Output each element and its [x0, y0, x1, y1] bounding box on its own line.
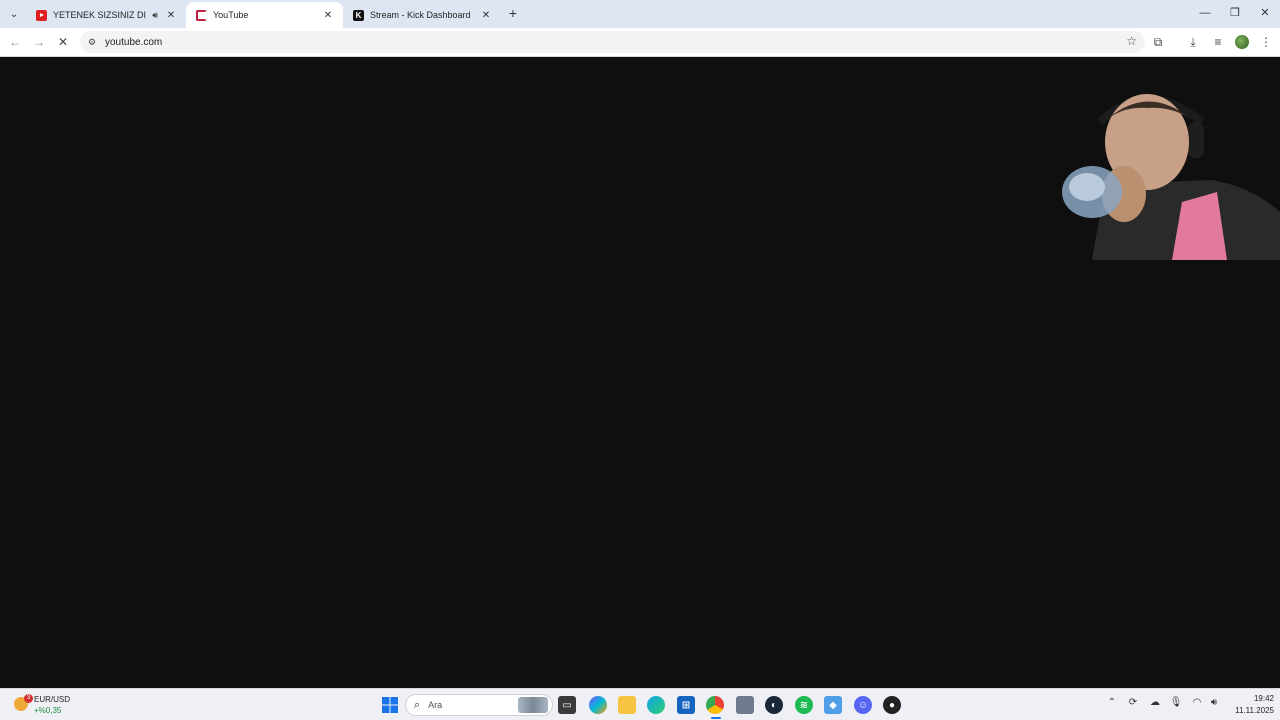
tab-title: YouTube [213, 10, 249, 20]
notification-badge: 3 [24, 694, 33, 703]
active-app-indicator [711, 717, 721, 719]
file-explorer-icon[interactable] [618, 696, 636, 714]
clock-time: 19:42 [1253, 694, 1274, 703]
speaker-icon[interactable]: 🔊︎ [152, 10, 158, 21]
taskbar-search-input[interactable]: ⌕ Ara [405, 694, 553, 716]
system-clock[interactable]: 19:42 11.11.2025 [1222, 693, 1274, 717]
shield-icon[interactable]: ◆ [824, 696, 842, 714]
address-bar[interactable]: ⚙︎ youtube.com ☆ [80, 31, 1145, 53]
tab-title: YETENEK SIZSINIZ DISCORD [53, 10, 147, 20]
site-settings-icon[interactable]: ⚙︎ [86, 36, 98, 48]
spotify-icon[interactable]: ≋ [795, 696, 813, 714]
steam-icon[interactable]: ◐ [765, 696, 783, 714]
chevron-up-icon[interactable]: ⌃ [1104, 697, 1120, 708]
currency-widget[interactable]: 3 EUR/USD +%0,35 [10, 693, 90, 717]
loading-icon [196, 9, 207, 21]
tab-kick-dashboard[interactable]: K Stream - Kick Dashboard ✕ [343, 2, 501, 28]
discord-icon[interactable]: ☺ [854, 696, 872, 714]
new-tab-icon[interactable]: + [505, 5, 521, 21]
store-icon[interactable]: ⊞ [677, 696, 695, 714]
chrome-icon[interactable] [706, 696, 724, 714]
widget-value: +%0,35 [34, 706, 62, 715]
tab-title: Stream - Kick Dashboard [370, 10, 471, 20]
page-content [0, 58, 1280, 688]
search-icon: ⌕ [414, 698, 421, 711]
menu-kebab-icon[interactable]: ⋮ [1258, 34, 1274, 50]
app-icon[interactable]: ● [883, 696, 901, 714]
kick-icon: K [353, 9, 364, 21]
bookmark-star-icon[interactable]: ☆ [1126, 34, 1137, 48]
cloud-icon[interactable]: ☁︎ [1147, 697, 1163, 708]
tab-youtube[interactable]: YouTube ✕ [186, 2, 343, 28]
clock-date: 11.11.2025 [1235, 706, 1274, 715]
media-queue-icon[interactable]: ≡ [1210, 34, 1226, 50]
widget-label: EUR/USD [34, 695, 71, 704]
youtube-icon [36, 9, 47, 21]
webcam-overlay [1052, 82, 1280, 260]
tab-search-chevron-icon[interactable]: ⌄ [6, 6, 22, 22]
sync-icon[interactable]: ⟳ [1125, 697, 1141, 708]
app-icon[interactable] [736, 696, 754, 714]
minimize-icon[interactable]: — [1190, 4, 1220, 22]
extensions-icon[interactable]: ⧉ [1150, 34, 1166, 50]
close-icon[interactable]: ✕ [479, 10, 493, 21]
copilot-icon[interactable] [589, 696, 607, 714]
edge-icon[interactable] [647, 696, 665, 714]
forward-arrow-icon[interactable]: → [30, 33, 48, 51]
windows-start-icon[interactable] [381, 696, 399, 714]
search-placeholder: Ara [428, 700, 443, 710]
close-icon[interactable]: ✕ [321, 10, 335, 21]
tab-strip: ⌄ YETENEK SIZSINIZ DISCORD 🔊︎ ✕ YouTube … [0, 0, 1280, 28]
volume-icon[interactable]: 🔊︎ [1206, 697, 1222, 708]
task-view-icon[interactable]: ▭ [558, 696, 576, 714]
tab-discord-video[interactable]: YETENEK SIZSINIZ DISCORD 🔊︎ ✕ [26, 2, 186, 28]
windows-taskbar: 3 EUR/USD +%0,35 ⌕ Ara ▭ ⊞ ◐ ≋ ◆ ☺ ● ⌃ ⟳… [0, 688, 1280, 720]
url-text: youtube.com [105, 36, 163, 48]
browser-toolbar: ← → ✕ ⚙︎ youtube.com ☆ ⧉ ⤓ ≡ ⋮ [0, 28, 1280, 57]
streamer-webcam-image [1052, 82, 1280, 260]
search-highlight-image [518, 697, 548, 713]
download-icon[interactable]: ⤓ [1185, 34, 1201, 50]
profile-avatar[interactable] [1235, 35, 1249, 49]
restore-icon[interactable]: ❐ [1220, 4, 1250, 22]
close-icon[interactable]: ✕ [164, 10, 178, 21]
microphone-icon[interactable]: 🎙︎ [1168, 697, 1184, 708]
close-window-icon[interactable]: ✕ [1250, 4, 1280, 22]
back-arrow-icon[interactable]: ← [6, 33, 24, 51]
stop-loading-icon[interactable]: ✕ [54, 33, 72, 51]
wifi-icon[interactable]: ◠ [1189, 697, 1205, 708]
